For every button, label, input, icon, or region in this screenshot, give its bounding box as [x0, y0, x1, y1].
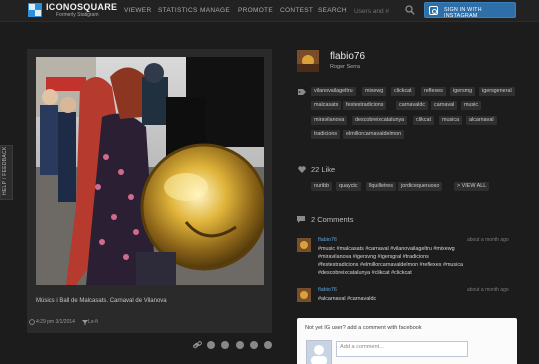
facebook-comment-label: Not yet IG user? add a comment with face…: [305, 325, 422, 331]
nav-manage[interactable]: MANAGE: [200, 7, 230, 14]
like-user-llquilletres[interactable]: llquilletres: [366, 182, 396, 191]
tag-malcasats[interactable]: malcasats: [311, 101, 342, 110]
help-feedback-tab[interactable]: HELP / FEEDBACK: [0, 145, 13, 200]
tag-music[interactable]: music: [461, 101, 482, 110]
comment-user[interactable]: flabio76: [318, 287, 337, 293]
tag-musica[interactable]: musica: [439, 116, 463, 125]
tag-icon: [298, 89, 306, 95]
pinterest-icon[interactable]: [207, 341, 215, 349]
user-avatar[interactable]: [297, 50, 319, 72]
nav-viewer[interactable]: VIEWER: [124, 7, 151, 14]
tag-miravilanova[interactable]: miravilanova: [311, 116, 348, 125]
post-photo[interactable]: [36, 57, 264, 285]
brand-title[interactable]: ICONOSQUARE: [46, 2, 117, 12]
iconosquare-logo-icon[interactable]: [28, 3, 42, 17]
tag-igersgeneral[interactable]: igersgeneral: [479, 87, 515, 96]
like-user-jordicequeruoso[interactable]: jordicequeruoso: [398, 182, 443, 191]
comment-line: #festestradicions #elmillorcarnavaldelmo…: [318, 262, 464, 268]
clock-icon: [29, 319, 35, 325]
post-filter: Lo-fi: [88, 319, 98, 325]
nav-search[interactable]: SEARCH: [318, 7, 347, 14]
tag-tradicions[interactable]: tradicions: [311, 130, 341, 139]
search-input[interactable]: [354, 5, 400, 17]
nav-promote[interactable]: PROMOTE: [238, 7, 273, 14]
twitter-icon[interactable]: [221, 341, 229, 349]
comment-line: #music #malcasats #carnaval #vilanovaila…: [318, 246, 455, 252]
tumblr-icon[interactable]: [250, 341, 258, 349]
facebook-icon[interactable]: [236, 341, 244, 349]
tag-alcarnaval[interactable]: alcarnaval: [466, 116, 497, 125]
tag-clikcat[interactable]: clikcat: [413, 116, 434, 125]
tag-carnaval[interactable]: carnaval: [431, 101, 458, 110]
comment-icon: [297, 216, 305, 223]
comment-user[interactable]: flabio76: [318, 237, 337, 243]
real-name: Roger Serra: [330, 64, 360, 70]
view-all-likes-link[interactable]: > VIEW ALL: [454, 182, 490, 191]
facebook-comment-input[interactable]: [336, 341, 468, 357]
feedback-label: HELP / FEEDBACK: [2, 146, 8, 195]
tag-clickcat[interactable]: clickcat: [391, 87, 415, 96]
link-icon[interactable]: [193, 341, 202, 349]
comment-time: about a month ago: [467, 287, 509, 293]
nav-contest[interactable]: CONTEST: [280, 7, 313, 14]
nav-statistics[interactable]: STATISTICS: [158, 7, 198, 14]
tag-mixewg[interactable]: mixewg: [362, 87, 387, 96]
comments-title: 2 Comments: [311, 215, 354, 224]
tag-descobreixcatalunya[interactable]: descobreixcatalunya: [352, 116, 408, 125]
tag-vilanovailageltru[interactable]: vilanovailageltru: [311, 87, 356, 96]
tag-carnavaldc[interactable]: carnavaldc: [396, 101, 429, 110]
tag-igersmg[interactable]: igersmg: [450, 87, 476, 96]
google-plus-icon[interactable]: [264, 341, 272, 349]
sign-in-instagram-button[interactable]: SIGN IN WITH INSTAGRAM: [424, 2, 516, 19]
post-time: 4:29 pm 3/1/2014: [36, 319, 75, 325]
comment-time: about a month ago: [467, 237, 509, 243]
facebook-avatar: [306, 340, 332, 364]
heart-icon: [298, 166, 306, 173]
comment-line: #alcarnaval #carnavaldc: [318, 296, 377, 302]
like-user-nuribb[interactable]: nuribb: [311, 182, 332, 191]
comment-line: #descobreixcatalunya #clikcat #clickcat: [318, 270, 412, 276]
username[interactable]: flabio76: [330, 51, 365, 62]
comment-avatar[interactable]: [297, 238, 311, 252]
like-user-quayctc[interactable]: quayctc: [336, 182, 361, 191]
comment-line: #miravilanova #igersvng #igersgral #trad…: [318, 254, 429, 260]
instagram-icon: [429, 6, 438, 15]
brand-subtitle: Formerly Statigram: [56, 12, 99, 18]
top-nav-bar: ICONOSQUARE Formerly Statigram VIEWER ST…: [0, 0, 539, 22]
carnival-musicians-image: [36, 57, 264, 285]
tag-elmillorcarnavaldelmon[interactable]: elmillorcarnavaldelmon: [343, 130, 405, 139]
tag-reflexes[interactable]: reflexes: [421, 87, 446, 96]
tag-festestradicions[interactable]: festestradicions: [343, 101, 387, 110]
search-icon[interactable]: [405, 5, 415, 15]
post-caption: Músics i Ball de Malcasats. Carnaval de …: [36, 298, 167, 304]
likes-title: 22 Like: [311, 165, 336, 174]
comment-avatar[interactable]: [297, 288, 311, 302]
sign-in-label: SIGN IN WITH INSTAGRAM: [444, 7, 482, 19]
